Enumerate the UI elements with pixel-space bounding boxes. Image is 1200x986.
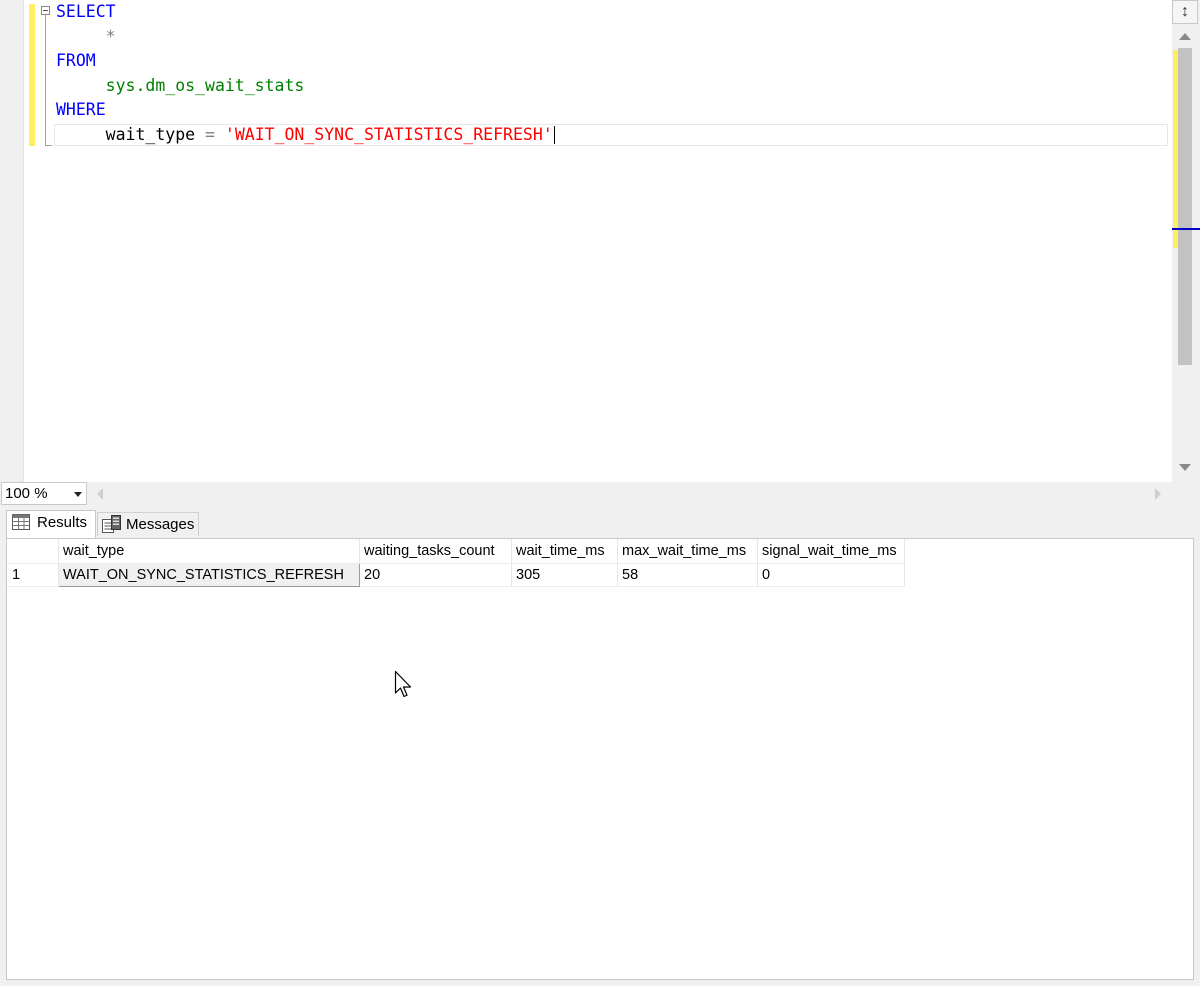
scroll-right-icon[interactable] [1155, 488, 1161, 500]
column-header[interactable]: max_wait_time_ms [617, 539, 758, 564]
code-token: FROM [56, 51, 96, 71]
column-header[interactable]: waiting_tasks_count [359, 539, 512, 564]
code-token: SELECT [56, 2, 116, 21]
tab-results[interactable]: Results [6, 510, 96, 538]
fold-guide [45, 15, 46, 146]
table-cell[interactable]: 305 [511, 563, 618, 587]
scroll-thumb[interactable] [1178, 48, 1192, 365]
code-line[interactable]: * [56, 25, 555, 50]
scroll-down-icon[interactable] [1179, 464, 1191, 471]
code-line[interactable]: wait_type = 'WAIT_ON_SYNC_STATISTICS_REF… [56, 123, 555, 148]
column-header[interactable]: wait_type [58, 539, 360, 564]
editor-gutter [0, 0, 24, 482]
change-marker [29, 4, 35, 146]
results-grid[interactable]: wait_type waiting_tasks_count wait_time_… [6, 538, 1194, 980]
table-cell[interactable]: 58 [617, 563, 758, 587]
table-cell[interactable]: WAIT_ON_SYNC_STATISTICS_REFRESH [58, 563, 360, 587]
scrollbar-change-marker [1173, 50, 1178, 248]
messages-icon [102, 515, 121, 533]
code-token: sys.dm_os_wait_stats [105, 75, 305, 95]
zoom-value: 100 % [5, 485, 48, 502]
fold-guide-end [45, 145, 52, 146]
chevron-down-icon[interactable] [74, 492, 82, 497]
row-number-header[interactable] [7, 539, 59, 564]
tab-results-label: Results [37, 514, 88, 531]
text-caret [553, 126, 555, 145]
table-row: 1 WAIT_ON_SYNC_STATISTICS_REFRESH 20 305… [7, 563, 905, 587]
tab-messages-label: Messages [126, 516, 195, 533]
grid-icon [12, 514, 30, 530]
code-token: wait_type [56, 124, 206, 144]
mouse-pointer-icon [394, 670, 412, 698]
code-token: = [205, 124, 215, 144]
scroll-up-icon[interactable] [1179, 33, 1191, 40]
split-icon[interactable]: ↕ [1172, 0, 1198, 24]
ssms-window: SELECT * FROM sys.dm_os_wait_stats WHERE w… [0, 0, 1200, 986]
scrollbar-caret-marker [1172, 228, 1200, 230]
header-row: wait_type waiting_tasks_count wait_time_… [7, 539, 905, 564]
column-header[interactable]: wait_time_ms [511, 539, 618, 564]
code-token: WHERE [56, 100, 106, 120]
table-cell[interactable]: 20 [359, 563, 512, 587]
editor-status-bar [0, 482, 1200, 506]
code-token: * [56, 26, 116, 46]
collapse-icon[interactable] [41, 6, 50, 15]
query-editor[interactable]: SELECT * FROM sys.dm_os_wait_stats WHERE w… [0, 0, 1200, 482]
code-token: 'WAIT_ON_SYNC_STATISTICS_REFRESH' [224, 124, 553, 144]
row-number[interactable]: 1 [7, 563, 59, 587]
code-line[interactable]: WHERE [56, 98, 555, 123]
column-header[interactable]: signal_wait_time_ms [757, 539, 905, 564]
results-table: wait_type waiting_tasks_count wait_time_… [7, 539, 905, 587]
code-line[interactable]: SELECT [56, 0, 555, 25]
scroll-left-icon[interactable] [97, 488, 103, 500]
code-line[interactable]: FROM [56, 49, 555, 74]
sql-code[interactable]: SELECT * FROM sys.dm_os_wait_stats WHERE w… [56, 0, 555, 148]
code-line[interactable]: sys.dm_os_wait_stats [56, 74, 555, 99]
tab-messages[interactable]: Messages [97, 512, 199, 536]
table-cell[interactable]: 0 [757, 563, 905, 587]
